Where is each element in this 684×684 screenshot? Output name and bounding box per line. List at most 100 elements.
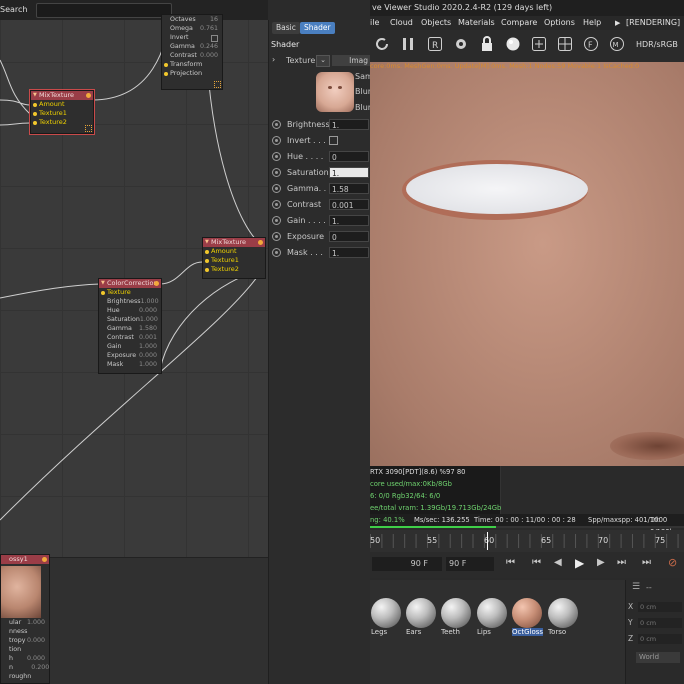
collapse-icon[interactable]: ▼ [101, 279, 105, 288]
node-port[interactable]: Texture1 [203, 256, 265, 265]
node-header[interactable]: ▼ MixTexture [31, 91, 93, 100]
colorcorrection-node[interactable]: ▼ ColorCorrection Texture Brightness 1.000… [98, 278, 162, 374]
goto-start-icon[interactable]: ⏮ [506, 557, 515, 568]
material-ears[interactable]: Ears [406, 598, 438, 636]
lock-icon[interactable] [479, 36, 495, 52]
node-header[interactable]: ▼ MixTexture [203, 238, 265, 247]
collapse-icon[interactable]: ▼ [205, 238, 209, 247]
node-param: ular 1.000 [9, 619, 45, 626]
mask-field[interactable]: 1. [329, 247, 369, 258]
exposure-field[interactable]: 0 [329, 231, 369, 242]
output-pin-icon[interactable] [42, 557, 47, 562]
keyframe-radio-icon[interactable] [272, 248, 281, 257]
node-port[interactable]: Amount [31, 100, 93, 109]
goto-end-icon[interactable]: ⏭ [642, 557, 651, 568]
play-arrow-icon[interactable]: ▶ [615, 16, 620, 30]
brightness-field[interactable]: 1. [329, 119, 369, 130]
add-icon[interactable] [531, 36, 547, 52]
render-viewport[interactable]: core:0ms. MeshGen:0ms. Update[M]:0ms. Me… [370, 62, 684, 466]
search-input[interactable] [36, 3, 172, 18]
node-port[interactable]: Texture [99, 288, 161, 297]
tab-basic[interactable]: Basic [272, 22, 300, 34]
contrast-field[interactable]: 0.001 [329, 199, 369, 210]
node-header[interactable]: ▼ ColorCorrection [99, 279, 161, 288]
node-port[interactable]: Projection [162, 69, 222, 78]
material-teeth[interactable]: Teeth [441, 598, 473, 636]
noise-node[interactable]: Octaves 16 Omega 0.761 Invert Gamma 0.246 C… [161, 14, 223, 90]
keyframe-radio-icon[interactable] [272, 136, 281, 145]
restart-icon[interactable] [374, 36, 390, 52]
material-torso[interactable]: Torso [548, 598, 580, 636]
focus-icon[interactable]: F [583, 36, 599, 52]
node-param: Exposure 0.000 [107, 352, 157, 359]
pause-icon[interactable] [400, 36, 416, 52]
coord-z-field[interactable]: 0 cm [638, 634, 682, 644]
gear-icon[interactable] [453, 36, 469, 52]
play-icon[interactable]: ▶ [575, 556, 584, 570]
keyframe-radio-icon[interactable] [272, 152, 281, 161]
step-back-icon[interactable]: ◀ [554, 557, 562, 568]
region-render-icon[interactable]: R [427, 36, 443, 52]
keyframe-radio-icon[interactable] [272, 168, 281, 177]
keyframe-radio-icon[interactable] [272, 232, 281, 241]
menu-compare[interactable]: Compare [501, 16, 537, 30]
next-key-icon[interactable]: ⏭ [617, 557, 626, 568]
node-port[interactable]: Texture2 [31, 118, 93, 127]
coord-mode-dropdown[interactable]: World [636, 652, 680, 663]
colorspace-label[interactable]: HDR/sRGB [636, 40, 678, 49]
menu-help[interactable]: Help [583, 16, 601, 30]
preview-label: Blur [355, 103, 372, 112]
grid-icon[interactable] [557, 36, 573, 52]
chevron-down-icon[interactable]: ⌄ [316, 55, 330, 67]
octgloss-node[interactable]: ossy1 ular 1.000 nness tropy 0.000 tion h0… [0, 554, 50, 684]
sphere-icon[interactable] [505, 36, 521, 52]
mixtexture-node-2[interactable]: ▼ MixTexture Amount Texture1 Texture2 [202, 237, 266, 279]
list-icon[interactable]: ☰ [632, 582, 640, 592]
material-legs[interactable]: Legs [371, 598, 403, 636]
material-picker-icon[interactable]: M [609, 36, 625, 52]
gain-field[interactable]: 1. [329, 215, 369, 226]
coord-x-field[interactable]: 0 cm [638, 602, 682, 612]
texture-preview-thumbnail[interactable] [316, 72, 354, 112]
node-port[interactable]: Transform [162, 60, 222, 69]
keyframe-radio-icon[interactable] [272, 120, 281, 129]
hue-field[interactable]: 0 [329, 151, 369, 162]
collapse-icon[interactable]: ▼ [33, 91, 37, 100]
node-port[interactable]: Texture1 [31, 109, 93, 118]
output-pin-icon[interactable] [258, 240, 263, 245]
keyframe-radio-icon[interactable] [272, 184, 281, 193]
menu-materials[interactable]: Materials [458, 16, 495, 30]
playhead[interactable] [487, 532, 488, 550]
output-pin-icon[interactable] [86, 93, 91, 98]
gamma-field[interactable]: 1.58 [329, 183, 369, 194]
node-resize-handle[interactable] [85, 125, 92, 132]
saturation-field[interactable]: 1. [329, 167, 369, 178]
tab-shader[interactable]: Shader [300, 22, 335, 34]
mixtexture-node-1[interactable]: ▼ MixTexture Amount Texture1 Texture2 [29, 89, 95, 135]
keyframe-radio-icon[interactable] [272, 200, 281, 209]
node-header[interactable]: ossy1 [1, 555, 49, 564]
texture-type-dropdown[interactable]: Imag [332, 55, 370, 66]
node-editor[interactable]: Search Octaves 16 Omega 0.761 Invert Gamma… [0, 0, 268, 684]
end-frame-field[interactable]: 90 F [372, 557, 442, 571]
node-resize-handle[interactable] [214, 81, 221, 88]
step-forward-icon[interactable]: ▶ [597, 557, 605, 568]
node-port[interactable]: Texture2 [203, 265, 265, 274]
menu-objects[interactable]: Objects [421, 16, 451, 30]
invert-checkbox[interactable] [329, 136, 338, 145]
node-port[interactable]: Amount [203, 247, 265, 256]
timeline[interactable]: 50 55 60 65 70 75 [370, 530, 684, 552]
prev-key-icon[interactable]: ⏮ [532, 557, 541, 568]
keyframe-radio-icon[interactable] [272, 216, 281, 225]
material-lips[interactable]: Lips [477, 598, 509, 636]
coord-y-field[interactable]: 0 cm [638, 618, 682, 628]
stat-vram: ee/total vram: 1.39Gb/19.713Gb/24Gb [370, 504, 502, 512]
current-frame-field[interactable]: 90 F [446, 557, 494, 571]
expand-icon[interactable]: › [272, 55, 275, 64]
output-pin-icon[interactable] [154, 281, 159, 286]
menu-cloud[interactable]: Cloud [390, 16, 413, 30]
record-icon[interactable]: ⊘ [668, 556, 677, 569]
material-octgloss[interactable]: OctGloss [512, 598, 546, 636]
menu-file[interactable]: ile [370, 16, 379, 30]
menu-options[interactable]: Options [544, 16, 575, 30]
